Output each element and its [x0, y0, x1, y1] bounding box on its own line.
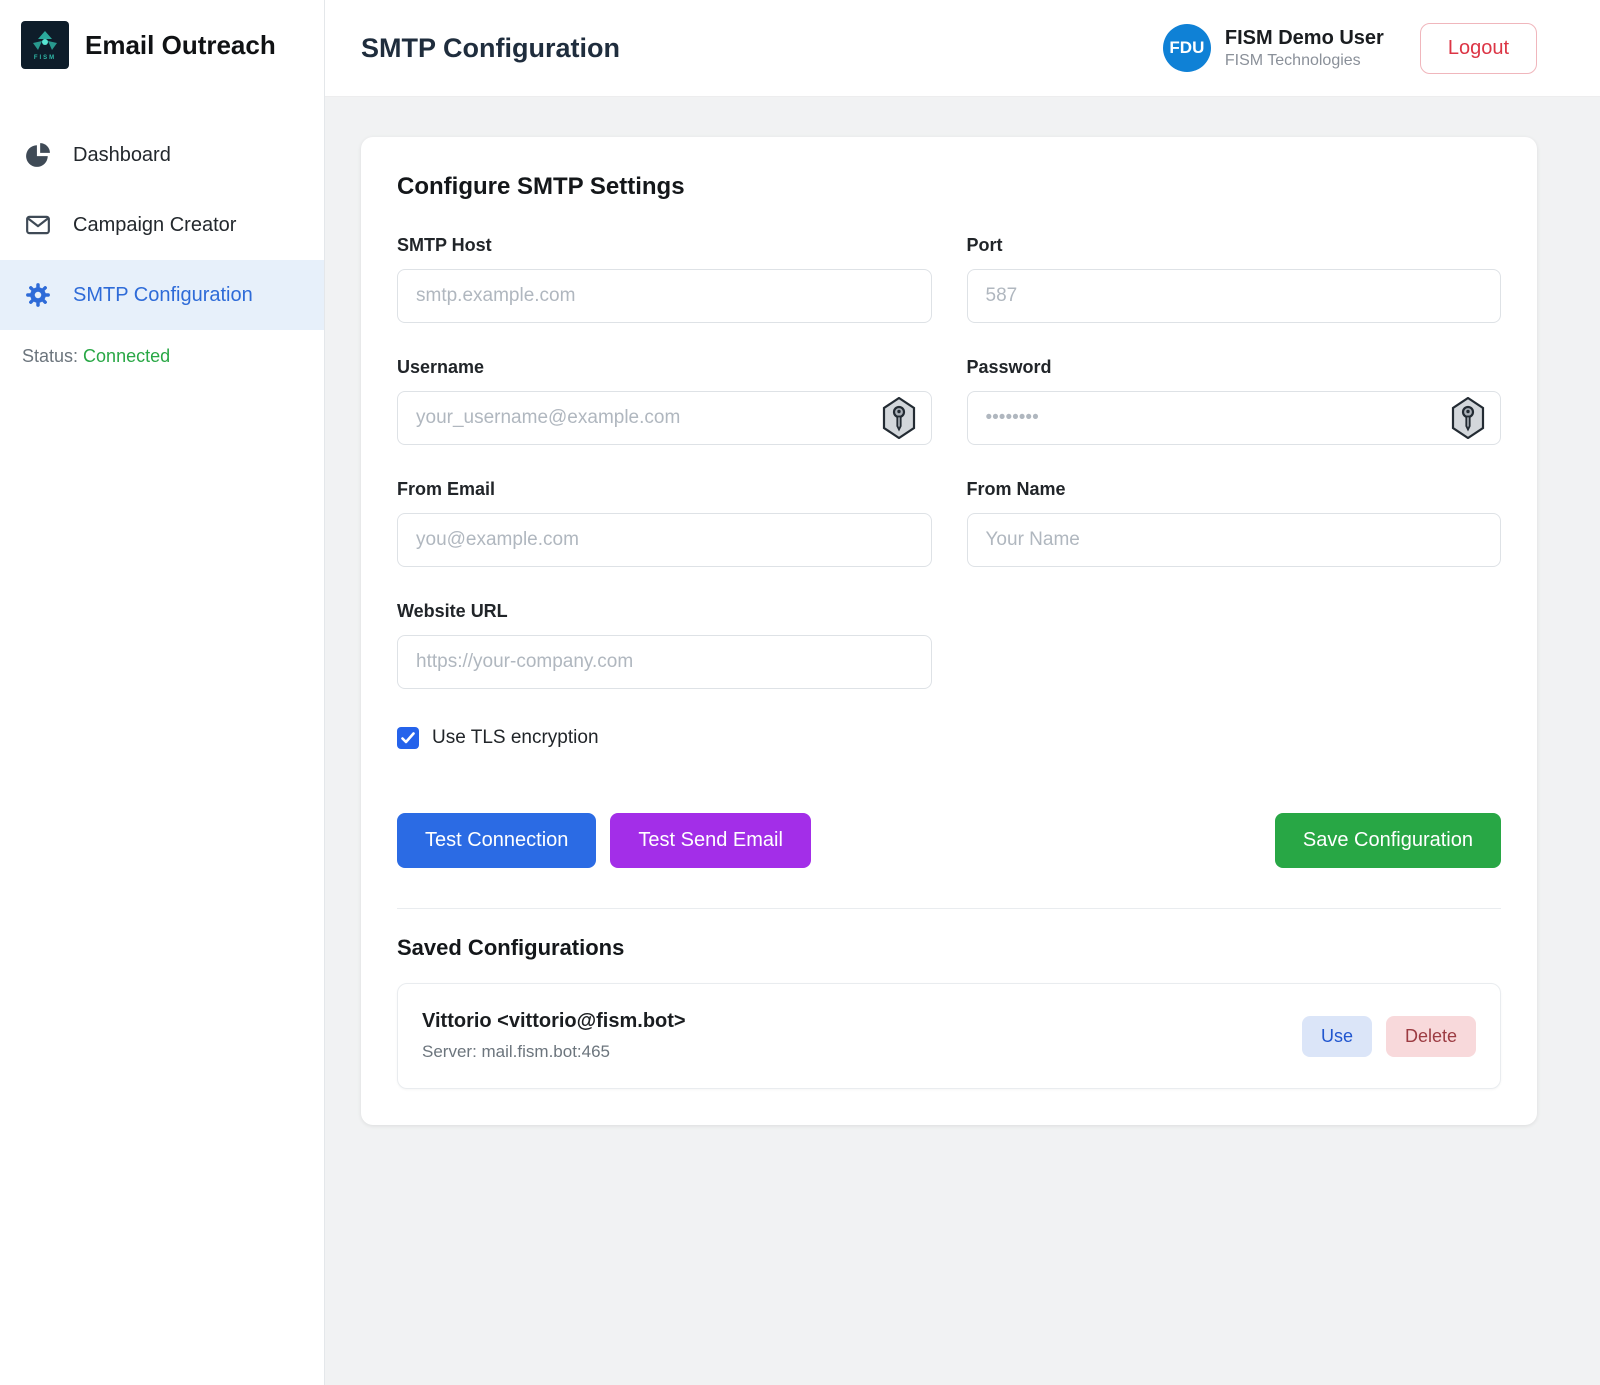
page-title: SMTP Configuration	[361, 33, 620, 64]
saved-configuration-title: Vittorio <vittorio@fism.bot>	[422, 1010, 686, 1033]
use-configuration-button[interactable]: Use	[1302, 1016, 1372, 1057]
sidebar-item-campaign-creator[interactable]: Campaign Creator	[0, 190, 324, 260]
saved-configuration-info: Vittorio <vittorio@fism.bot> Server: mai…	[422, 1010, 686, 1062]
from-email-input[interactable]	[397, 513, 932, 567]
test-connection-button[interactable]: Test Connection	[397, 813, 596, 868]
saved-configuration-server: Server: mail.fism.bot:465	[422, 1042, 686, 1062]
username-input[interactable]	[397, 391, 932, 445]
port-input[interactable]	[967, 269, 1502, 323]
password-input[interactable]	[967, 391, 1502, 445]
from-name-label: From Name	[967, 479, 1502, 500]
check-icon	[401, 732, 415, 744]
sidebar: FISM Email Outreach Dashboard	[0, 0, 325, 1385]
sidebar-item-label: SMTP Configuration	[73, 284, 253, 307]
saved-configuration-row: Vittorio <vittorio@fism.bot> Server: mai…	[397, 983, 1501, 1089]
avatar: FDU	[1163, 24, 1211, 72]
password-label: Password	[967, 357, 1502, 378]
delete-configuration-button[interactable]: Delete	[1386, 1016, 1476, 1057]
field-from-email: From Email	[397, 479, 932, 567]
logo-text: FISM	[34, 55, 56, 61]
brand: FISM Email Outreach	[0, 0, 324, 90]
field-website-url: Website URL	[397, 601, 932, 689]
app-title: Email Outreach	[85, 30, 276, 61]
user-name: FISM Demo User	[1225, 26, 1384, 51]
tls-checkbox[interactable]	[397, 727, 419, 749]
main-column: SMTP Configuration FDU FISM Demo User FI…	[325, 0, 1600, 1385]
smtp-host-label: SMTP Host	[397, 235, 932, 256]
logout-button[interactable]: Logout	[1420, 23, 1537, 74]
field-port: Port	[967, 235, 1502, 323]
user-area: FDU FISM Demo User FISM Technologies Log…	[1163, 23, 1537, 74]
content-area: Configure SMTP Settings SMTP Host Port	[325, 97, 1600, 1385]
page-header: SMTP Configuration FDU FISM Demo User FI…	[325, 0, 1600, 97]
app-logo: FISM	[21, 21, 69, 69]
password-manager-key-icon[interactable]	[882, 397, 916, 439]
website-url-input[interactable]	[397, 635, 932, 689]
field-smtp-host: SMTP Host	[397, 235, 932, 323]
connection-status: Status: Connected	[0, 346, 324, 367]
from-name-input[interactable]	[967, 513, 1502, 567]
status-value: Connected	[83, 346, 170, 366]
port-label: Port	[967, 235, 1502, 256]
save-configuration-button[interactable]: Save Configuration	[1275, 813, 1501, 868]
field-from-name: From Name	[967, 479, 1502, 567]
user-company: FISM Technologies	[1225, 51, 1384, 71]
sidebar-nav: Dashboard Campaign Creator	[0, 120, 324, 330]
field-password: Password	[967, 357, 1502, 445]
logo-mark-icon	[30, 30, 60, 54]
sidebar-item-label: Dashboard	[73, 144, 171, 167]
gear-icon	[25, 282, 51, 308]
test-send-email-button[interactable]: Test Send Email	[610, 813, 811, 868]
smtp-settings-card: Configure SMTP Settings SMTP Host Port	[361, 137, 1537, 1125]
saved-configurations-heading: Saved Configurations	[397, 935, 1501, 961]
pie-chart-icon	[25, 142, 51, 168]
sidebar-item-dashboard[interactable]: Dashboard	[0, 120, 324, 190]
form-actions: Test Connection Test Send Email Save Con…	[397, 813, 1501, 868]
field-username: Username	[397, 357, 932, 445]
sidebar-item-smtp-configuration[interactable]: SMTP Configuration	[0, 260, 324, 330]
saved-configuration-actions: Use Delete	[1302, 1016, 1476, 1057]
tls-row: Use TLS encryption	[397, 727, 1501, 749]
sidebar-item-label: Campaign Creator	[73, 214, 236, 237]
user-meta: FISM Demo User FISM Technologies	[1225, 26, 1384, 71]
section-divider	[397, 908, 1501, 909]
username-label: Username	[397, 357, 932, 378]
app-root: FISM Email Outreach Dashboard	[0, 0, 1600, 1385]
smtp-form: SMTP Host Port Username	[397, 235, 1501, 723]
status-label: Status:	[22, 346, 78, 366]
website-url-label: Website URL	[397, 601, 932, 622]
settings-heading: Configure SMTP Settings	[397, 173, 1501, 201]
tls-label: Use TLS encryption	[432, 727, 599, 749]
smtp-host-input[interactable]	[397, 269, 932, 323]
password-manager-key-icon[interactable]	[1451, 397, 1485, 439]
from-email-label: From Email	[397, 479, 932, 500]
envelope-icon	[25, 212, 51, 238]
